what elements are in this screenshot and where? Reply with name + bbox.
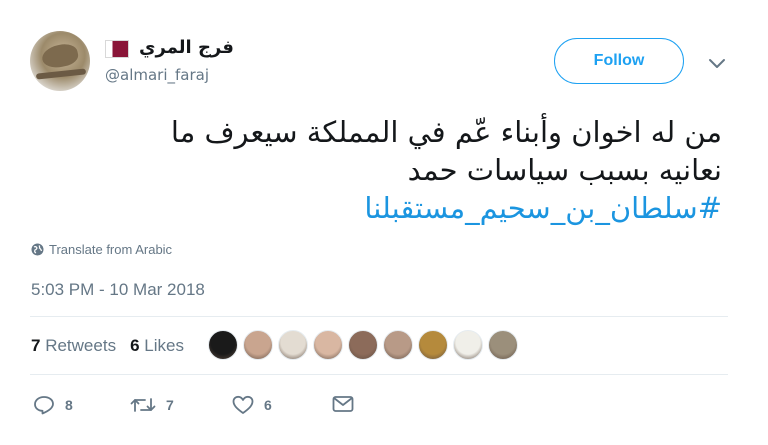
qatar-flag-icon	[105, 40, 129, 58]
translate-label: Translate from Arabic	[49, 242, 173, 257]
tweet-text: من له اخوان وأبناء عّم في المملكة سيعرف …	[82, 113, 722, 227]
heart-icon	[232, 395, 254, 414]
liker-avatar[interactable]	[383, 330, 413, 360]
retweets-count: 7	[31, 336, 41, 355]
reply-action[interactable]: 8	[33, 395, 73, 415]
divider-top	[30, 316, 728, 317]
liker-avatar[interactable]	[278, 330, 308, 360]
translate-link[interactable]: Translate from Arabic	[31, 242, 172, 257]
reply-icon	[34, 396, 54, 415]
liker-avatar[interactable]	[243, 330, 273, 360]
display-name[interactable]: فرج المري	[139, 37, 234, 58]
liker-avatar[interactable]	[208, 330, 238, 360]
retweets-stat[interactable]: 7 Retweets	[31, 336, 116, 356]
likes-label: Likes	[144, 336, 184, 355]
retweet-count: 7	[166, 397, 174, 413]
avatar[interactable]	[30, 31, 90, 91]
like-count: 6	[264, 397, 272, 413]
tweet-stats: 7 Retweets 6 Likes	[31, 336, 184, 356]
direct-message-action[interactable]	[332, 395, 354, 413]
username-handle[interactable]: @almari_faraj	[105, 66, 209, 84]
like-action[interactable]: 6	[232, 395, 272, 415]
liker-avatar[interactable]	[313, 330, 343, 360]
liker-avatar[interactable]	[453, 330, 483, 360]
chevron-down-icon[interactable]	[708, 55, 726, 74]
tweet-line-2: نعانيه بسبب سياسات حمد	[407, 153, 722, 187]
avatar-perch	[35, 68, 87, 80]
follow-button[interactable]: Follow	[554, 38, 684, 84]
tweet-line-1: من له اخوان وأبناء عّم في المملكة سيعرف …	[170, 115, 722, 149]
retweets-label: Retweets	[45, 336, 117, 355]
reply-count: 8	[65, 397, 73, 413]
liker-avatar[interactable]	[488, 330, 518, 360]
likes-count: 6	[130, 336, 140, 355]
divider-bottom	[30, 374, 728, 375]
retweet-icon	[130, 398, 156, 412]
hashtag-link[interactable]: #سلطان_بن_سحيم_مستقبلنا	[82, 189, 722, 227]
avatar-bird	[40, 41, 80, 71]
liker-avatar[interactable]	[418, 330, 448, 360]
likes-stat[interactable]: 6 Likes	[130, 336, 184, 356]
globe-icon	[31, 243, 44, 256]
liker-avatars	[208, 330, 518, 360]
tweet-timestamp[interactable]: 5:03 PM - 10 Mar 2018	[31, 280, 205, 300]
envelope-icon	[332, 396, 354, 412]
retweet-action[interactable]: 7	[130, 395, 174, 415]
liker-avatar[interactable]	[348, 330, 378, 360]
